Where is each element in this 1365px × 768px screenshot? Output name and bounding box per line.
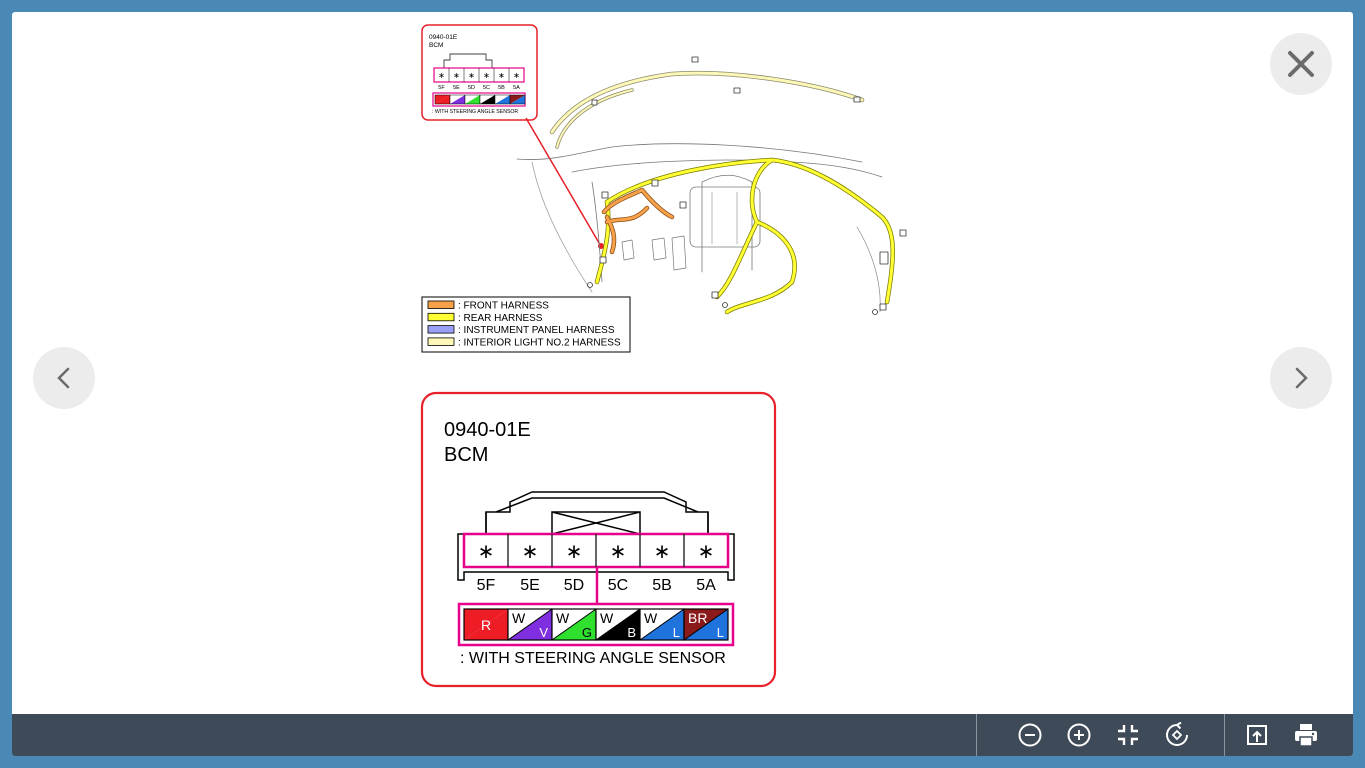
svg-text:∗: ∗ (453, 71, 460, 80)
small-connector-name: BCM (429, 42, 443, 49)
close-icon (1288, 51, 1314, 77)
close-button[interactable] (1270, 33, 1332, 95)
svg-text:∗: ∗ (513, 71, 520, 80)
pin-mark: ∗ (610, 541, 627, 563)
wire-color-cell: WB (595, 608, 641, 641)
viewer-toolbar (12, 714, 1353, 756)
svg-text:∗: ∗ (483, 71, 490, 80)
svg-text:W: W (644, 610, 658, 626)
svg-text:∗: ∗ (438, 71, 445, 80)
svg-text:L: L (673, 625, 680, 640)
pin-mark: ∗ (654, 541, 671, 563)
svg-text:V: V (539, 625, 548, 640)
rotate-icon (1165, 722, 1188, 746)
image-stage: 0940-01E BCM ∗ 5F ∗ 5E ∗ 5D ∗ 5C ∗ 5B ∗ 5A : WITH S… (12, 12, 1353, 714)
connector-id: 0940-01E (444, 419, 531, 441)
svg-text:5A: 5A (513, 85, 520, 91)
print-button[interactable] (1281, 714, 1330, 756)
pin-mark: ∗ (522, 541, 539, 563)
wire-color-cell: R (463, 608, 509, 641)
svg-text:∗: ∗ (498, 71, 505, 80)
svg-text:: INTERIOR LIGHT NO.2 HARNESS: : INTERIOR LIGHT NO.2 HARNESS (458, 337, 621, 348)
pin-label: 5A (696, 577, 716, 594)
wire-color-cell: WV (507, 608, 553, 641)
previous-button[interactable] (33, 347, 95, 409)
pin-label: 5F (477, 577, 496, 594)
svg-text:L: L (717, 625, 724, 640)
svg-text:: REAR HARNESS: : REAR HARNESS (458, 313, 543, 324)
pin-label: 5C (608, 577, 628, 594)
small-connector-callout: 0940-01E BCM ∗ 5F ∗ 5E ∗ 5D ∗ 5C ∗ 5B ∗ 5A : WITH S… (421, 24, 538, 121)
harness-illustration (516, 56, 907, 315)
pin-label: 5E (520, 577, 540, 594)
zoom-controls (1005, 714, 1201, 756)
wire-color-cell: WG (551, 608, 597, 641)
zoom-out-icon (1018, 723, 1041, 747)
svg-text:: FRONT HARNESS: : FRONT HARNESS (458, 301, 549, 312)
wire-color-cell: BR L (683, 608, 729, 641)
file-controls (1232, 714, 1330, 756)
chevron-left-icon (57, 367, 70, 389)
image-viewer: 0940-01E BCM ∗ 5F ∗ 5E ∗ 5D ∗ 5C ∗ 5B ∗ 5A : WITH S… (12, 12, 1353, 756)
fit-screen-button[interactable] (1103, 714, 1152, 756)
small-note: : WITH STEERING ANGLE SENSOR (432, 109, 518, 115)
harness-legend: : FRONT HARNESS: REAR HARNESS: INSTRUMEN… (421, 296, 631, 353)
small-connector-id: 0940-01E (429, 34, 458, 41)
svg-text:5B: 5B (498, 85, 505, 91)
svg-text:W: W (556, 610, 570, 626)
svg-text:5F: 5F (438, 85, 445, 91)
wiring-diagram: 0940-01E BCM ∗ 5F ∗ 5E ∗ 5D ∗ 5C ∗ 5B ∗ 5A : WITH S… (420, 24, 907, 688)
svg-text:5D: 5D (468, 85, 475, 91)
zoom-in-icon (1067, 723, 1090, 747)
print-icon (1294, 724, 1317, 747)
chevron-right-icon (1295, 367, 1308, 389)
svg-text:W: W (512, 610, 526, 626)
connector-name: BCM (444, 444, 488, 466)
pin-label: 5D (564, 577, 584, 594)
svg-text:5E: 5E (453, 85, 460, 91)
svg-text:G: G (582, 625, 592, 640)
open-external-button[interactable] (1232, 714, 1281, 756)
pin-label: 5B (652, 577, 672, 594)
zoom-out-button[interactable] (1005, 714, 1054, 756)
open-external-icon (1246, 725, 1267, 745)
rotate-button[interactable] (1152, 714, 1201, 756)
pin-mark: ∗ (566, 541, 583, 563)
svg-text:5C: 5C (483, 85, 490, 91)
fit-screen-icon (1117, 725, 1138, 745)
pin-mark: ∗ (478, 541, 495, 563)
zoom-in-button[interactable] (1054, 714, 1103, 756)
svg-text:R: R (481, 617, 491, 633)
svg-text:W: W (600, 610, 614, 626)
wire-color-cell: WL (639, 608, 685, 641)
svg-text:∗: ∗ (468, 71, 475, 80)
svg-text:B: B (627, 625, 636, 640)
next-button[interactable] (1270, 347, 1332, 409)
svg-text:: INSTRUMENT PANEL HARNESS: : INSTRUMENT PANEL HARNESS (458, 325, 615, 336)
connector-detail: 0940-01E BCM ∗ ∗ ∗ ∗ ∗ ∗ 5F 5E 5D 5C 5B 5A R WVW (420, 391, 777, 688)
toolbar-divider (1224, 714, 1225, 756)
toolbar-divider (976, 714, 977, 756)
connector-note: : WITH STEERING ANGLE SENSOR (460, 650, 726, 667)
svg-text:BR: BR (688, 610, 707, 626)
pin-mark: ∗ (698, 541, 715, 563)
